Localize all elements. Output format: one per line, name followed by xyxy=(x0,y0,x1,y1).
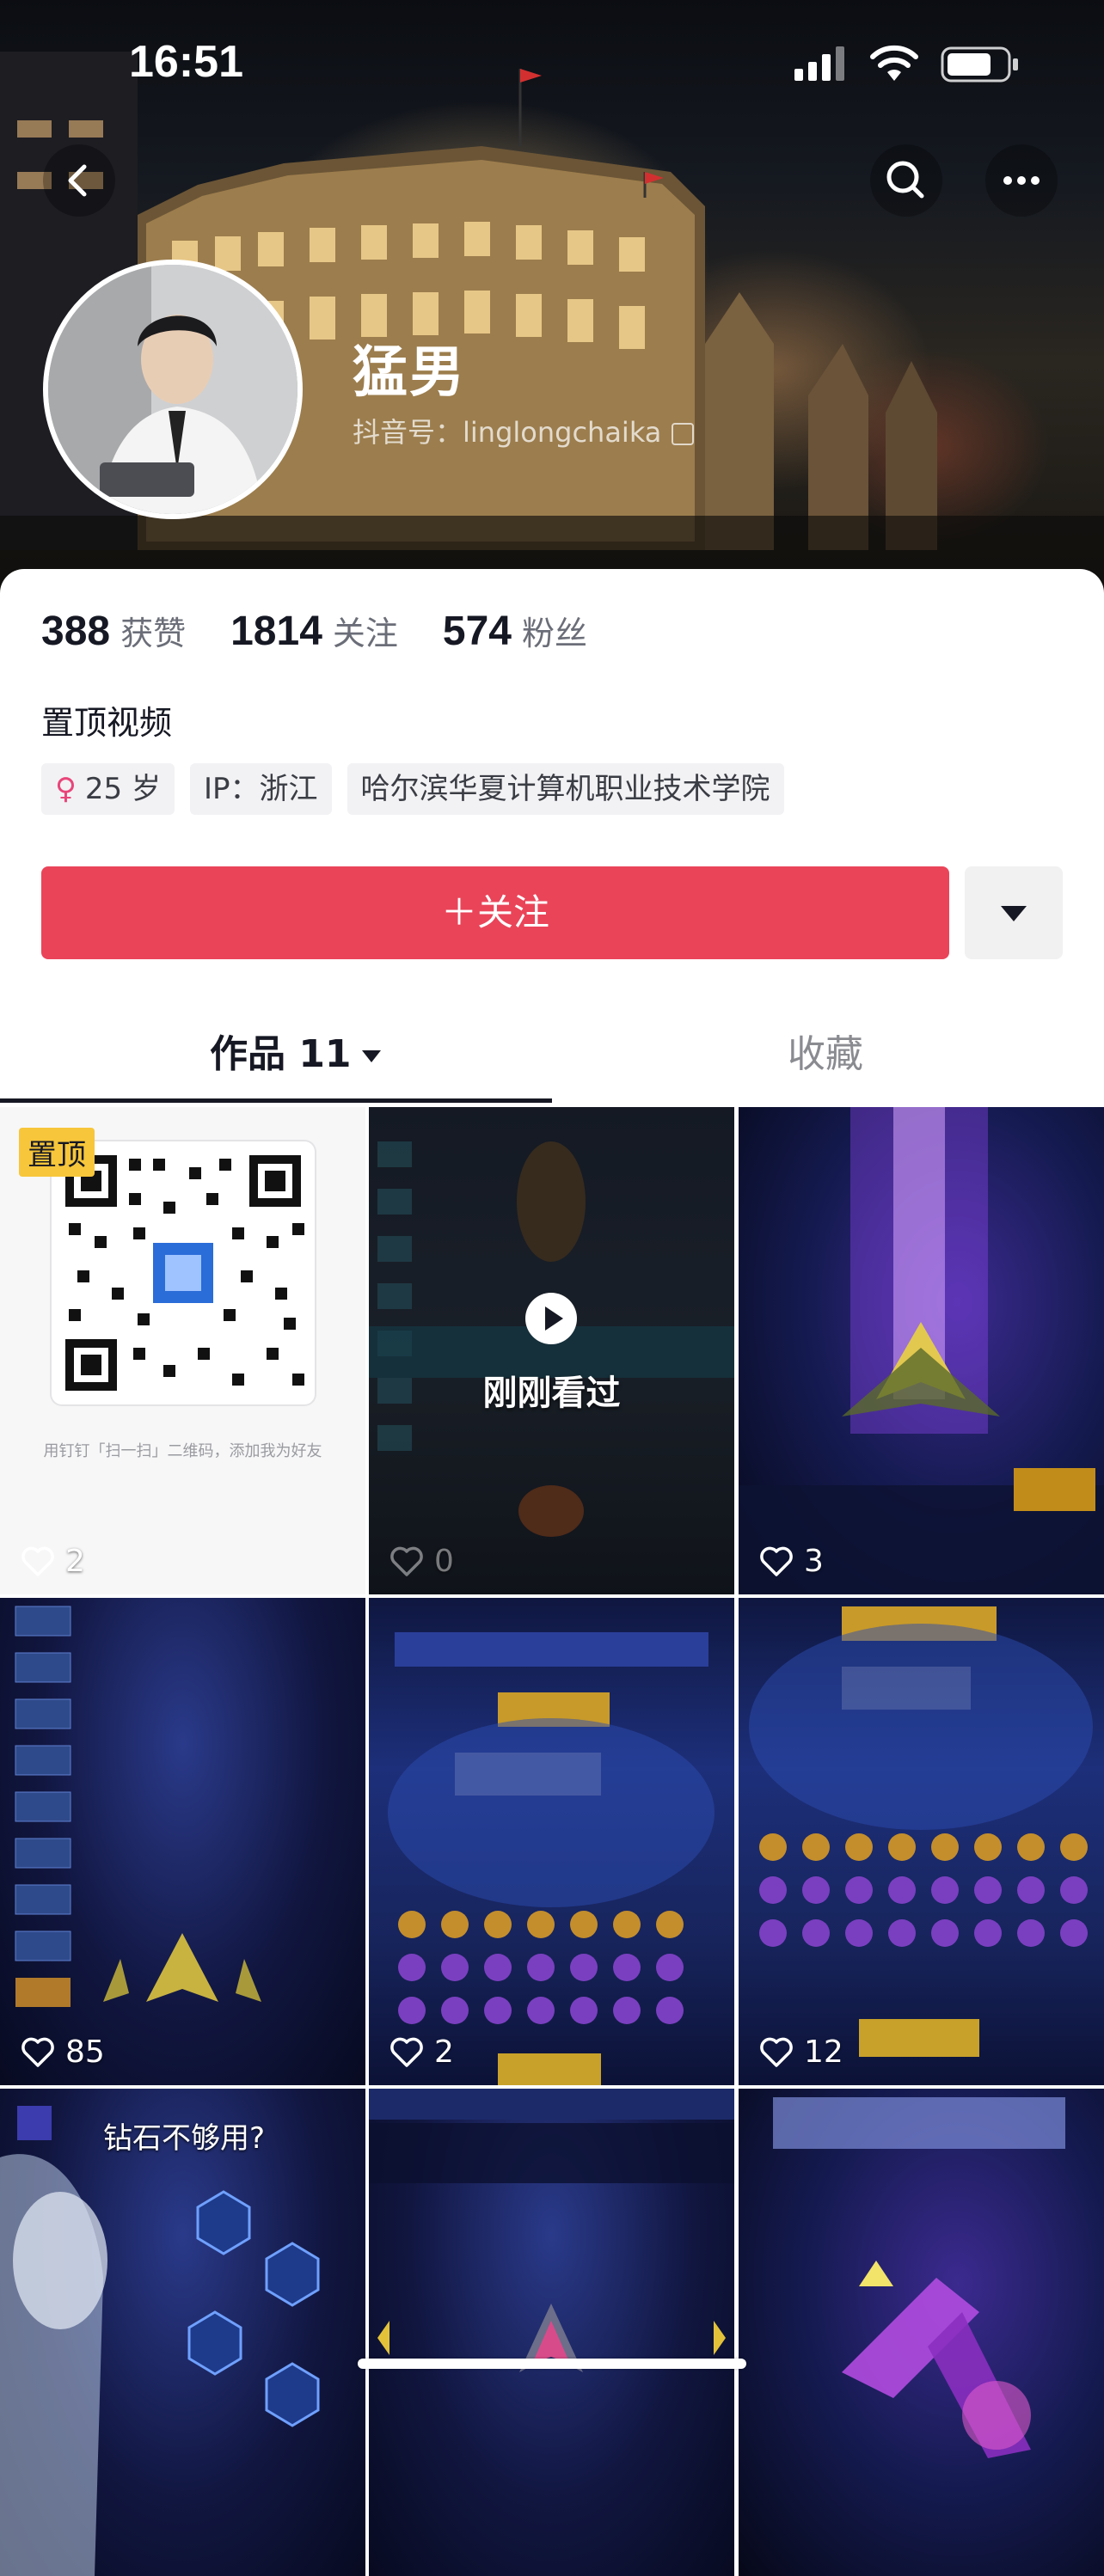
like-count-value: 2 xyxy=(434,2034,454,2070)
like-count-value: 0 xyxy=(434,1544,454,1579)
like-count: 0 xyxy=(389,1544,454,1579)
battery-icon xyxy=(941,46,1018,83)
stat-likes-value: 388 xyxy=(41,609,111,654)
game-screenshot xyxy=(0,2106,320,2576)
profile-name: 猛男 xyxy=(353,341,466,405)
video-thumbnail[interactable]: 85 xyxy=(0,1598,365,2085)
like-count: 2 xyxy=(389,2034,454,2070)
like-count: 3 xyxy=(759,1544,824,1579)
search-button[interactable] xyxy=(870,144,942,217)
follow-button[interactable]: ＋关注 xyxy=(41,866,949,959)
video-caption: 钻石不够用? xyxy=(103,2121,266,2156)
pinned-video-label: 置顶视频 xyxy=(41,704,173,742)
heart-icon xyxy=(760,1546,793,1576)
game-screenshot xyxy=(749,1606,1093,2057)
like-count: 2 xyxy=(21,1544,85,1579)
stat-following-value: 1814 xyxy=(230,609,322,654)
video-thumbnail[interactable]: 2 xyxy=(369,1598,734,2085)
caret-down-icon xyxy=(361,1050,381,1062)
stat-followers-label: 粉丝 xyxy=(522,615,588,652)
wifi-icon xyxy=(870,45,918,81)
pinned-badge: 置顶 xyxy=(19,1128,95,1177)
chevron-left-icon xyxy=(68,164,87,197)
video-thumbnail[interactable] xyxy=(369,2089,734,2576)
profile-tags: ♀ 25 岁 IP：浙江 哈尔滨华夏计算机职业技术学院 xyxy=(41,763,800,815)
stat-followers-value: 574 xyxy=(442,609,512,654)
status-time: 16:51 xyxy=(129,37,243,87)
avatar-photo xyxy=(48,265,297,514)
ellipsis-icon xyxy=(1003,176,1040,185)
qr-caption: 用钉钉「扫一扫」二维码，添加我为好友 xyxy=(43,1442,322,1460)
video-thumbnail[interactable]: 钻石不够用? xyxy=(0,2089,365,2576)
like-count-value: 2 xyxy=(65,1544,85,1579)
stat-following-label: 关注 xyxy=(332,615,398,652)
profile-stats: 388 获赞 1814 关注 574 粉丝 xyxy=(41,607,632,667)
video-thumbnail[interactable]: 刚刚看过 0 xyxy=(369,1107,734,1594)
video-thumbnail[interactable]: 12 xyxy=(739,1598,1104,2085)
like-count-value: 85 xyxy=(65,2034,105,2070)
stat-following[interactable]: 1814 关注 xyxy=(230,607,398,655)
like-count-value: 3 xyxy=(804,1544,824,1579)
back-button[interactable] xyxy=(43,144,115,217)
douyin-id-text: 抖音号：linglongchaika xyxy=(353,416,662,449)
more-options-button[interactable] xyxy=(985,144,1058,217)
game-screenshot xyxy=(739,1107,1104,1594)
tag-age: ♀ 25 岁 xyxy=(41,763,175,815)
female-icon: ♀ xyxy=(55,772,77,806)
tag-age-text: 25 岁 xyxy=(84,772,161,806)
heart-icon xyxy=(390,2037,423,2067)
douyin-id[interactable]: 抖音号：linglongchaika xyxy=(353,411,695,450)
cellular-signal-icon xyxy=(794,46,844,81)
heart-icon xyxy=(390,1546,423,1576)
status-bar: 16:51 xyxy=(0,34,1104,95)
tag-ip: IP：浙江 xyxy=(189,763,332,815)
game-screenshot xyxy=(773,2097,1065,2458)
home-indicator[interactable] xyxy=(358,2359,746,2369)
tab-favorites[interactable]: 收藏 xyxy=(788,1023,863,1078)
active-tab-indicator xyxy=(0,1098,552,1103)
game-screenshot xyxy=(388,1632,715,2085)
qr-code-image xyxy=(52,1141,315,1404)
stat-likes[interactable]: 388 获赞 xyxy=(41,607,186,655)
tag-school[interactable]: 哈尔滨华夏计算机职业技术学院 xyxy=(347,763,784,815)
video-thumbnail[interactable] xyxy=(739,2089,1104,2576)
video-thumbnail[interactable]: 3 xyxy=(739,1107,1104,1594)
heart-icon xyxy=(21,2037,54,2067)
heart-icon xyxy=(21,1546,54,1576)
video-thumbnail[interactable]: 置顶 用钉钉「扫一扫」二维码，添加我为好友 2 xyxy=(0,1107,365,1594)
just-watched-label: 刚刚看过 xyxy=(482,1374,621,1413)
game-screenshot xyxy=(369,2089,734,2372)
copy-icon[interactable] xyxy=(672,423,695,445)
heart-icon xyxy=(760,2037,793,2067)
search-icon xyxy=(886,161,924,199)
tab-works[interactable]: 作品 11 xyxy=(210,1023,381,1078)
avatar[interactable] xyxy=(43,260,303,519)
watched-overlay xyxy=(369,1107,734,1594)
profile-cover-image: 16:51 猛男 抖音号：linglongchaika xyxy=(0,0,1104,602)
like-count-value: 12 xyxy=(804,2034,843,2070)
stat-likes-label: 获赞 xyxy=(120,615,187,652)
game-screenshot xyxy=(15,1606,261,2007)
play-icon xyxy=(525,1293,577,1344)
tab-works-label: 作品 11 xyxy=(210,1032,352,1076)
stat-followers[interactable]: 574 粉丝 xyxy=(443,607,587,655)
like-count: 12 xyxy=(759,2034,843,2070)
recommend-dropdown-button[interactable] xyxy=(965,866,1063,959)
like-count: 85 xyxy=(21,2034,105,2070)
